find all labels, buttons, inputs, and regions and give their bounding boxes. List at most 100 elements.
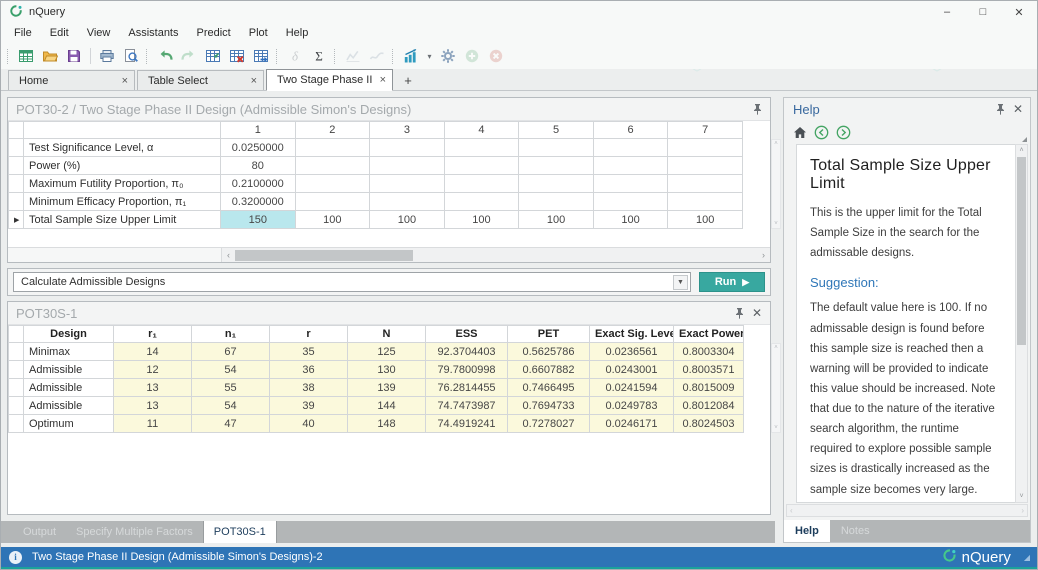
column-header-r[interactable]: r bbox=[270, 326, 348, 343]
pin-icon[interactable] bbox=[753, 104, 762, 115]
cell[interactable]: 0.5625786 bbox=[508, 343, 590, 361]
cell[interactable]: 0.0241594 bbox=[590, 379, 674, 397]
cell[interactable]: 0.7694733 bbox=[508, 397, 590, 415]
cell[interactable]: 0.8015009 bbox=[674, 379, 744, 397]
chevron-down-icon[interactable]: ▼ bbox=[673, 275, 688, 290]
help-tab-notes[interactable]: Notes bbox=[830, 520, 881, 542]
cell[interactable] bbox=[519, 193, 594, 211]
cell[interactable] bbox=[593, 193, 668, 211]
cell[interactable] bbox=[444, 175, 519, 193]
cell[interactable]: 36 bbox=[270, 361, 348, 379]
cell[interactable]: 0.6607882 bbox=[508, 361, 590, 379]
toolbar-grip[interactable] bbox=[334, 49, 338, 64]
design-vertical-scrollbar[interactable]: ˄˅ bbox=[771, 139, 781, 229]
cell[interactable]: 11 bbox=[114, 415, 192, 433]
cell[interactable]: 0.0236561 bbox=[590, 343, 674, 361]
scroll-right-icon[interactable]: › bbox=[1021, 506, 1024, 515]
resize-grip-icon[interactable] bbox=[1022, 137, 1027, 142]
cell[interactable]: 54 bbox=[192, 397, 270, 415]
row-selector[interactable] bbox=[9, 343, 24, 361]
cell[interactable]: 79.7800998 bbox=[426, 361, 508, 379]
cell[interactable] bbox=[444, 139, 519, 157]
column-header-pet[interactable]: PET bbox=[508, 326, 590, 343]
column-header-r[interactable]: r₁ bbox=[114, 326, 192, 343]
column-header-2[interactable]: 2 bbox=[295, 122, 370, 139]
tab-home[interactable]: Home× bbox=[8, 70, 135, 90]
tab-close-icon[interactable]: × bbox=[376, 74, 386, 86]
cell[interactable]: 47 bbox=[192, 415, 270, 433]
menu-view[interactable]: View bbox=[78, 24, 120, 42]
cell[interactable]: 0.8003571 bbox=[674, 361, 744, 379]
cell[interactable]: 55 bbox=[192, 379, 270, 397]
cell[interactable]: 144 bbox=[348, 397, 426, 415]
cell[interactable] bbox=[295, 193, 370, 211]
calculation-dropdown[interactable]: Calculate Admissible Designs ▼ bbox=[13, 272, 691, 292]
cell[interactable]: 0.7278027 bbox=[508, 415, 590, 433]
scrollbar-thumb[interactable] bbox=[235, 250, 413, 261]
results-vertical-scrollbar[interactable]: ˄˅ bbox=[771, 343, 781, 433]
cell[interactable]: 100 bbox=[519, 211, 594, 229]
bottom-tab-pot30s-1[interactable]: POT30S-1 bbox=[203, 521, 277, 543]
cell[interactable]: 150 bbox=[221, 211, 296, 229]
open-file-icon[interactable] bbox=[38, 45, 62, 67]
menu-assistants[interactable]: Assistants bbox=[119, 24, 187, 42]
column-header-n[interactable]: N bbox=[348, 326, 426, 343]
cell[interactable]: 0.0246171 bbox=[590, 415, 674, 433]
toolbar-grip[interactable] bbox=[276, 49, 280, 64]
column-header-exact-sig-level[interactable]: Exact Sig. Level bbox=[590, 326, 674, 343]
row-selector[interactable] bbox=[9, 361, 24, 379]
undo-icon[interactable] bbox=[153, 45, 177, 67]
row-selector[interactable] bbox=[9, 175, 24, 193]
column-header-1[interactable]: 1 bbox=[221, 122, 296, 139]
cell[interactable]: 0.2100000 bbox=[221, 175, 296, 193]
cell[interactable]: 125 bbox=[348, 343, 426, 361]
column-header-5[interactable]: 5 bbox=[519, 122, 594, 139]
run-button[interactable]: Run ▶ bbox=[699, 272, 765, 292]
forward-icon[interactable] bbox=[836, 125, 851, 140]
row-selector[interactable] bbox=[9, 415, 24, 433]
help-vertical-scrollbar[interactable]: ˄ ˅ bbox=[1015, 144, 1028, 503]
column-header-design[interactable]: Design bbox=[24, 326, 114, 343]
row-selector[interactable]: ▶ bbox=[9, 211, 24, 229]
cell[interactable]: 12 bbox=[114, 361, 192, 379]
cell[interactable]: 0.0243001 bbox=[590, 361, 674, 379]
cell[interactable]: 67 bbox=[192, 343, 270, 361]
cell[interactable] bbox=[593, 175, 668, 193]
cell[interactable]: 100 bbox=[668, 211, 743, 229]
column-header-4[interactable]: 4 bbox=[444, 122, 519, 139]
settings-icon[interactable] bbox=[436, 45, 460, 67]
cell[interactable] bbox=[370, 139, 445, 157]
cell[interactable]: 0.3200000 bbox=[221, 193, 296, 211]
resize-grip-icon[interactable]: ◢ bbox=[1024, 553, 1031, 562]
scrollbar-thumb[interactable] bbox=[1017, 157, 1026, 345]
sigma-icon[interactable]: Σ bbox=[307, 45, 331, 67]
cell[interactable] bbox=[370, 193, 445, 211]
new-table-icon[interactable] bbox=[14, 45, 38, 67]
scroll-right-icon[interactable]: › bbox=[757, 250, 770, 260]
cell[interactable] bbox=[370, 157, 445, 175]
row-selector[interactable] bbox=[9, 157, 24, 175]
toolbar-grip[interactable] bbox=[392, 49, 396, 64]
toolbar-grip[interactable] bbox=[7, 49, 11, 64]
cell[interactable] bbox=[593, 157, 668, 175]
back-icon[interactable] bbox=[814, 125, 829, 140]
menu-predict[interactable]: Predict bbox=[188, 24, 240, 42]
tab-table-select[interactable]: Table Select× bbox=[137, 70, 264, 90]
tab-close-icon[interactable]: × bbox=[247, 75, 257, 87]
save-icon[interactable] bbox=[62, 45, 86, 67]
cell[interactable]: 39 bbox=[270, 397, 348, 415]
help-horizontal-scrollbar[interactable]: ‹ › bbox=[786, 504, 1028, 517]
scroll-left-icon[interactable]: ‹ bbox=[222, 250, 235, 260]
cell[interactable]: Admissible bbox=[24, 379, 114, 397]
cell[interactable]: Minimax bbox=[24, 343, 114, 361]
row-selector[interactable] bbox=[9, 379, 24, 397]
bottom-tab-specify-multiple-factors[interactable]: Specify Multiple Factors bbox=[66, 521, 203, 543]
cell[interactable]: 0.0249783 bbox=[590, 397, 674, 415]
cell[interactable] bbox=[295, 157, 370, 175]
cell[interactable] bbox=[370, 175, 445, 193]
cell[interactable] bbox=[519, 175, 594, 193]
cell[interactable]: 35 bbox=[270, 343, 348, 361]
cell[interactable] bbox=[668, 157, 743, 175]
new-tab-button[interactable]: + bbox=[395, 70, 421, 90]
cell[interactable]: Admissible bbox=[24, 397, 114, 415]
